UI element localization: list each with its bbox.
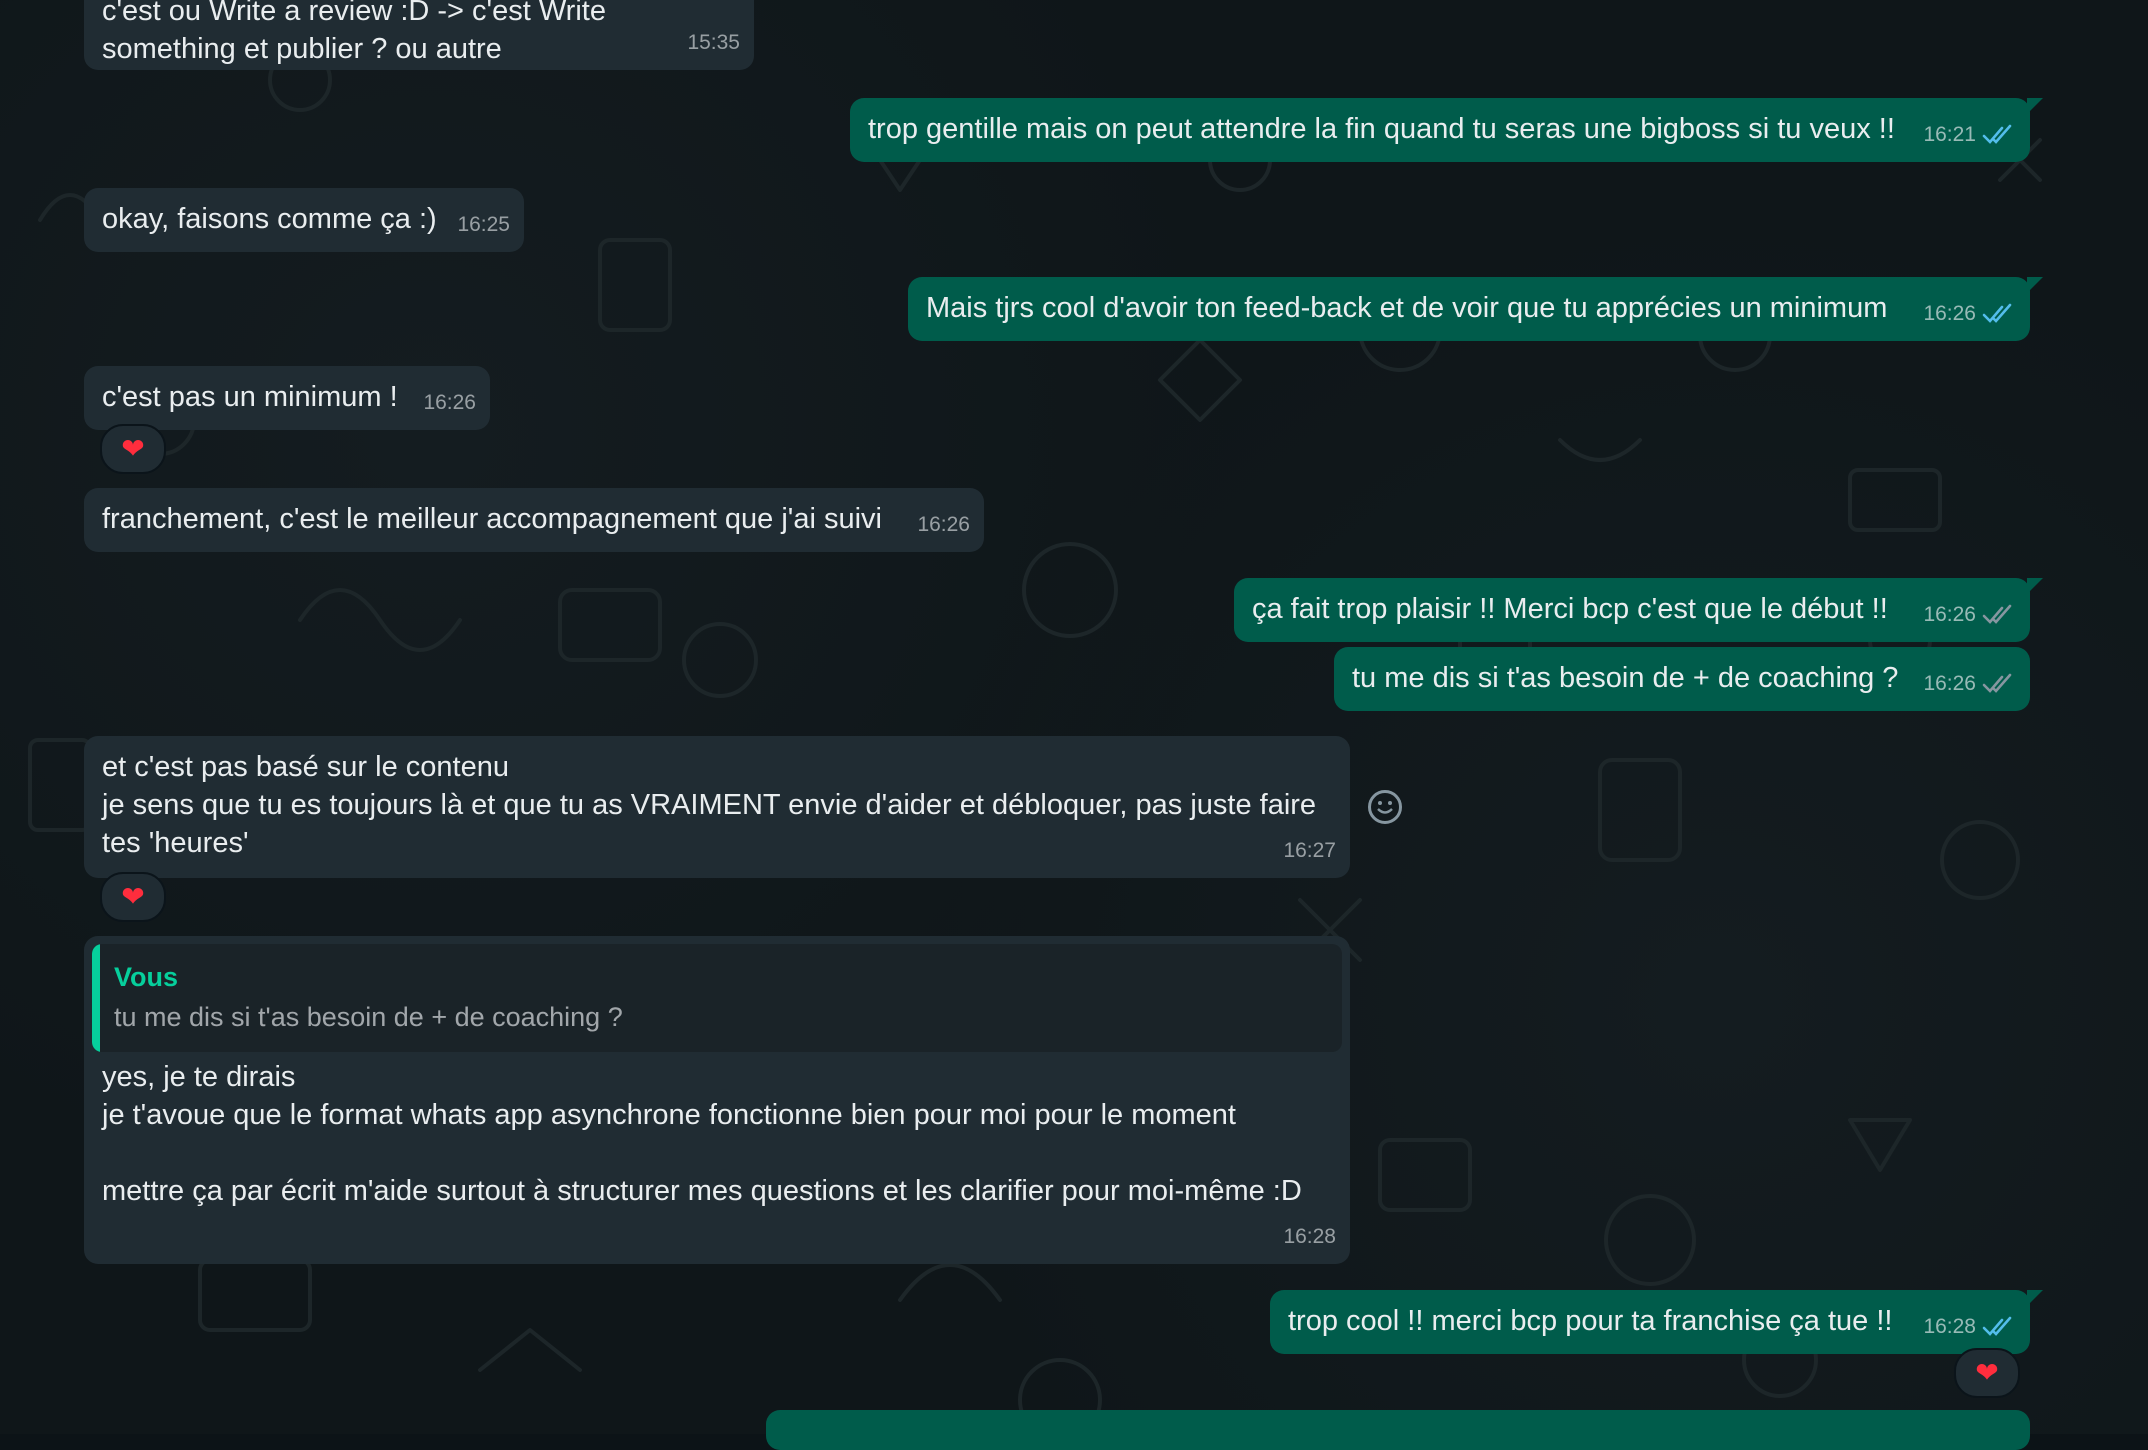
message-time: 16:26 <box>917 513 970 536</box>
heart-reaction-icon[interactable]: ❤ <box>100 424 166 474</box>
message-time: 16:28 <box>1923 1315 1976 1338</box>
double-check-icon <box>1982 673 2012 693</box>
message-outgoing[interactable]: tu me dis si t'as besoin de + de coachin… <box>1334 647 2030 711</box>
message-incoming[interactable]: franchement, c'est le meilleur accompagn… <box>84 488 984 552</box>
heart-reaction-icon[interactable]: ❤ <box>100 872 166 922</box>
message-time: 16:27 <box>1283 839 1336 862</box>
message-time: 16:28 <box>1283 1225 1336 1248</box>
bubble-tail <box>2027 578 2043 594</box>
message-text: c'est pas un minimum ! <box>102 381 398 413</box>
message-time: 16:26 <box>1923 672 1976 695</box>
message-text: tu me dis si t'as besoin de + de coachin… <box>1352 662 1899 694</box>
message-time: 16:25 <box>457 213 510 236</box>
message-text: franchement, c'est le meilleur accompagn… <box>102 503 882 535</box>
quote-text: tu me dis si t'as besoin de + de coachin… <box>114 1002 623 1032</box>
message-text: trop cool !! merci bcp pour ta franchise… <box>1288 1305 1893 1337</box>
double-check-icon <box>1982 1316 2012 1336</box>
quote-accent-bar <box>92 944 100 1052</box>
message-outgoing[interactable]: Mais tjrs cool d'avoir ton feed-back et … <box>908 277 2043 341</box>
bubble-tail <box>2027 1290 2043 1306</box>
emoji-icon[interactable] <box>1368 790 1402 824</box>
message-text: okay, faisons comme ça :) <box>102 203 437 235</box>
message-incoming[interactable]: c'est ou Write a review :D -> c'est Writ… <box>84 0 754 70</box>
message-outgoing-partial[interactable] <box>766 1410 2030 1450</box>
bubble-tail <box>2027 277 2043 293</box>
message-incoming[interactable]: c'est pas un minimum ! 16:26 <box>84 366 490 430</box>
message-time: 16:26 <box>1923 302 1976 325</box>
message-text: et c'est pas basé sur le contenu je sens… <box>102 751 1317 859</box>
message-text: yes, je te dirais je t'avoue que le form… <box>102 1061 1302 1207</box>
message-text: trop gentille mais on peut attendre la f… <box>868 113 1895 145</box>
message-outgoing[interactable]: trop cool !! merci bcp pour ta franchise… <box>1270 1290 2043 1354</box>
message-time: 15:35 <box>687 31 740 54</box>
message-text: c'est ou Write a review :D -> c'est Writ… <box>102 0 606 65</box>
quote-author: Vous <box>114 962 179 992</box>
message-time: 16:26 <box>1923 603 1976 626</box>
message-outgoing[interactable]: trop gentille mais on peut attendre la f… <box>850 98 2043 162</box>
message-time: 16:26 <box>423 391 476 414</box>
quoted-message[interactable]: Vous tu me dis si t'as besoin de + de co… <box>92 944 1342 1052</box>
heart-reaction-icon[interactable]: ❤ <box>1954 1348 2020 1398</box>
message-incoming-reply[interactable]: Vous tu me dis si t'as besoin de + de co… <box>84 936 1350 1264</box>
double-check-icon <box>1982 604 2012 624</box>
double-check-icon <box>1982 124 2012 144</box>
message-time: 16:21 <box>1923 123 1976 146</box>
message-incoming[interactable]: et c'est pas basé sur le contenu je sens… <box>84 736 1350 878</box>
message-incoming[interactable]: okay, faisons comme ça :) 16:25 <box>84 188 524 252</box>
double-check-icon <box>1982 303 2012 323</box>
bubble-tail <box>2027 98 2043 114</box>
message-text: ça fait trop plaisir !! Merci bcp c'est … <box>1252 593 1888 625</box>
message-outgoing[interactable]: ça fait trop plaisir !! Merci bcp c'est … <box>1234 578 2043 642</box>
message-text: Mais tjrs cool d'avoir ton feed-back et … <box>926 292 1888 324</box>
